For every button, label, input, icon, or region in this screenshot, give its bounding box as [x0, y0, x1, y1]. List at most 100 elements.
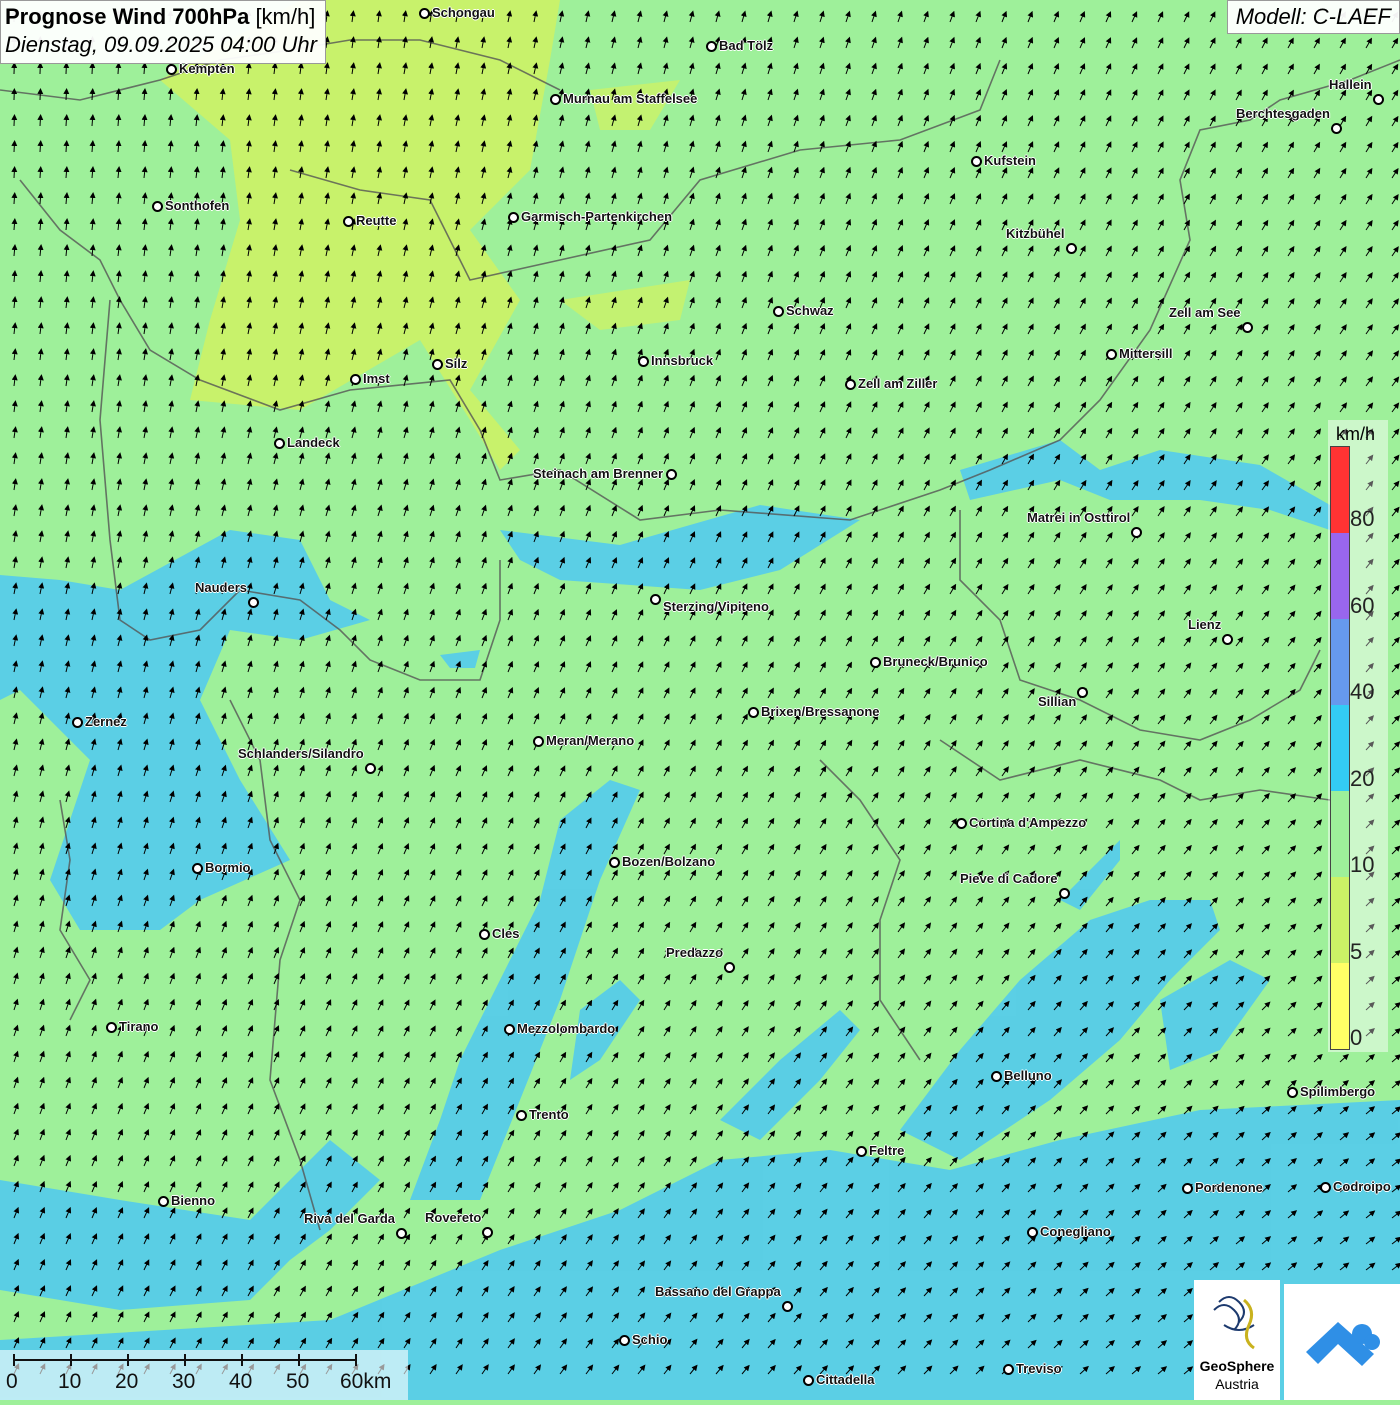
- city-label: Matrei in Osttirol: [1027, 510, 1130, 525]
- city-label: Belluno: [1004, 1068, 1052, 1083]
- city-label: Zell am See: [1169, 305, 1241, 320]
- geosphere-logo[interactable]: GeoSphere Austria: [1194, 1280, 1280, 1400]
- city-marker: [1373, 94, 1384, 105]
- city-label: Schongau: [432, 5, 495, 20]
- city-marker: [971, 156, 982, 167]
- color-legend: km/h 80 60 40 20 10 5 0: [1328, 420, 1388, 1052]
- city-marker: [724, 962, 735, 973]
- city-label: Lienz: [1188, 617, 1221, 632]
- legend-label-80: 80: [1350, 506, 1374, 532]
- city-label: Schlanders/Silandro: [238, 746, 364, 761]
- city-marker: [991, 1071, 1002, 1082]
- city-label: Riva del Garda: [304, 1211, 395, 1226]
- city-label: Cles: [492, 926, 519, 941]
- city-label: Treviso: [1016, 1361, 1062, 1376]
- city-marker: [550, 94, 561, 105]
- city-label: Garmisch-Partenkirchen: [521, 209, 672, 224]
- city-marker: [1331, 123, 1342, 134]
- city-marker: [1066, 243, 1077, 254]
- legend-label-20: 20: [1350, 766, 1374, 792]
- city-label: Bienno: [171, 1193, 215, 1208]
- city-label: Spilimbergo: [1300, 1084, 1375, 1099]
- city-label: Schwaz: [786, 303, 834, 318]
- scale-tick: 50: [286, 1370, 309, 1394]
- city-marker: [152, 201, 163, 212]
- city-label: Sillian: [1038, 694, 1076, 709]
- city-label: Landeck: [287, 435, 340, 450]
- title-unit: [km/h]: [255, 4, 315, 29]
- city-label: Meran/Merano: [546, 733, 634, 748]
- city-label: Sterzing/Vipiteno: [663, 599, 769, 614]
- scale-ruler: [0, 1350, 408, 1370]
- city-marker: [650, 594, 661, 605]
- city-marker: [419, 8, 430, 19]
- city-label: Brixen/Bressanone: [761, 704, 880, 719]
- legend-label-10: 10: [1350, 852, 1374, 878]
- city-marker: [482, 1227, 493, 1238]
- city-label: Rovereto: [425, 1210, 481, 1225]
- legend-unit: km/h: [1336, 424, 1375, 445]
- map-title: Prognose Wind 700hPa [km/h]: [5, 3, 317, 31]
- city-marker: [365, 763, 376, 774]
- legend-color-segment: [1331, 963, 1349, 1049]
- legend-color-segment: [1331, 619, 1349, 705]
- city-marker: [274, 438, 285, 449]
- city-label: Reutte: [356, 213, 396, 228]
- city-marker: [350, 374, 361, 385]
- geosphere-emblem-icon: [1194, 1280, 1280, 1360]
- city-marker: [748, 707, 759, 718]
- city-label: Imst: [363, 371, 390, 386]
- city-label: Mezzolombardo: [517, 1021, 615, 1036]
- city-label: Codroipo: [1333, 1179, 1391, 1194]
- city-label: Feltre: [869, 1143, 904, 1158]
- mountain-cloud-icon: [1284, 1284, 1400, 1400]
- city-label: Bassano del Grappa: [655, 1284, 781, 1299]
- model-label: Modell: C-LAEF: [1227, 0, 1400, 34]
- city-marker: [845, 379, 856, 390]
- city-marker: [706, 41, 717, 52]
- city-marker: [158, 1196, 169, 1207]
- city-label: Berchtesgaden: [1236, 106, 1330, 121]
- city-marker: [508, 212, 519, 223]
- city-label: Silz: [445, 356, 467, 371]
- city-marker: [1059, 888, 1070, 899]
- geosphere-brand-sub: Austria: [1194, 1376, 1280, 1392]
- geosphere-brand: GeoSphere: [1194, 1358, 1280, 1374]
- city-label: Schio: [632, 1332, 667, 1347]
- legend-color-segment: [1331, 447, 1349, 533]
- city-label: Zernez: [85, 714, 127, 729]
- scale-tick: 40: [229, 1370, 252, 1394]
- city-label: Bormio: [205, 860, 251, 875]
- forecast-datetime: Dienstag, 09.09.2025 04:00 Uhr: [5, 31, 317, 59]
- city-marker: [166, 64, 177, 75]
- city-marker: [870, 657, 881, 668]
- title-box: Prognose Wind 700hPa [km/h] Dienstag, 09…: [0, 0, 326, 64]
- city-label: Conegliano: [1040, 1224, 1111, 1239]
- city-label: Zell am Ziller: [858, 376, 937, 391]
- city-marker: [396, 1228, 407, 1239]
- city-label: Sonthofen: [165, 198, 229, 213]
- city-label: Kempten: [179, 61, 235, 76]
- city-marker: [533, 736, 544, 747]
- city-marker: [609, 857, 620, 868]
- city-marker: [72, 717, 83, 728]
- city-label: Predazzo: [666, 945, 723, 960]
- city-marker: [516, 1110, 527, 1121]
- city-marker: [1027, 1227, 1038, 1238]
- scale-bar: 0 10 20 30 40 50 60km: [0, 1350, 408, 1400]
- city-label: Pordenone: [1195, 1180, 1263, 1195]
- city-label: Bruneck/Brunico: [883, 654, 988, 669]
- city-marker: [432, 359, 443, 370]
- city-label: Hallein: [1329, 77, 1372, 92]
- city-marker: [956, 818, 967, 829]
- app-logo[interactable]: [1284, 1284, 1400, 1400]
- city-marker: [1320, 1182, 1331, 1193]
- city-label: Murnau am Staffelsee: [563, 91, 697, 106]
- city-label: Bozen/Bolzano: [622, 854, 715, 869]
- scale-tick: 10: [58, 1370, 81, 1394]
- city-label: Pieve di Cadore: [960, 871, 1058, 886]
- city-marker: [773, 306, 784, 317]
- city-label: Innsbruck: [651, 353, 713, 368]
- city-marker: [1222, 634, 1233, 645]
- city-label: Nauders: [195, 580, 247, 595]
